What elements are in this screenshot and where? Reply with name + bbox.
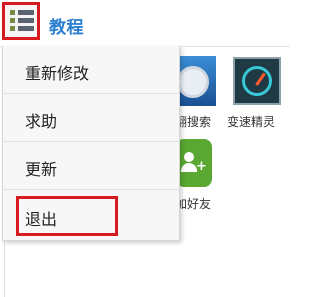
search-app-label[interactable]: 翻搜索 (175, 113, 211, 130)
add-friend-icon[interactable]: + (176, 139, 212, 187)
menu-item-label: 重新修改 (25, 64, 90, 83)
dropdown-menu: 重新修改 求助 更新 退出 (2, 46, 180, 241)
person-body-icon (181, 163, 197, 172)
menu-item-label: 求助 (25, 112, 58, 131)
menu-item-edit[interactable]: 重新修改 (3, 46, 179, 94)
menu-item-label: 更新 (25, 160, 58, 179)
plus-icon: + (196, 159, 207, 174)
list-menu-icon[interactable] (2, 2, 40, 40)
speed-app-label[interactable]: 变速精灵 (227, 113, 275, 130)
lens-icon (177, 66, 209, 98)
exit-highlight-box (16, 196, 118, 236)
divider (4, 240, 5, 297)
menu-item-help[interactable]: 求助 (3, 94, 179, 142)
speedometer-icon[interactable] (233, 57, 281, 105)
add-friend-label[interactable]: 加好友 (175, 195, 211, 212)
top-bar: 教程 (0, 0, 290, 47)
menu-item-update[interactable]: 更新 (3, 142, 179, 190)
page-title: 教程 (49, 18, 84, 38)
person-head-icon (184, 152, 194, 162)
